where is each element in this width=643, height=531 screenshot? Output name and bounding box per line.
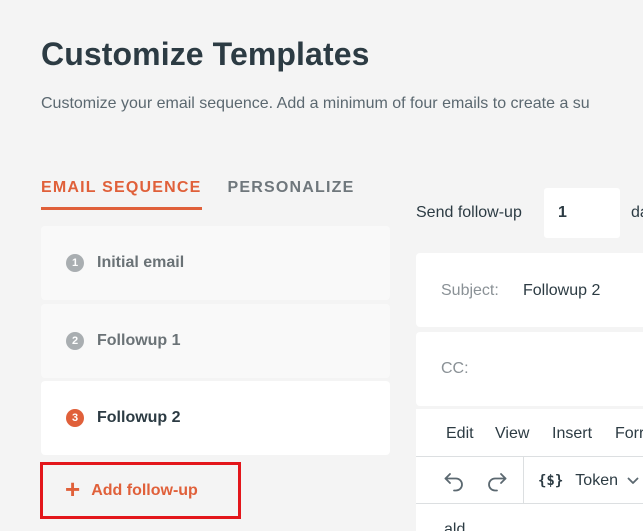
token-dropdown-button[interactable]: {$} Token (538, 469, 640, 493)
sequence-item-followup-2[interactable]: 3 Followup 2 (41, 381, 390, 455)
step-number-badge: 2 (66, 332, 84, 350)
cc-label: CC: (441, 360, 469, 377)
sequence-item-followup-1[interactable]: 2 Followup 1 (41, 304, 390, 378)
token-label: Token (575, 472, 618, 489)
page-title: Customize Templates (41, 36, 370, 72)
page-subtitle: Customize your email sequence. Add a min… (41, 95, 590, 112)
send-follow-up-unit-label: da (631, 204, 643, 221)
menu-view[interactable]: View (495, 425, 529, 443)
sequence-item-initial-email[interactable]: 1 Initial email (41, 226, 390, 300)
undo-icon[interactable] (442, 469, 466, 493)
token-icon: {$} (538, 473, 564, 489)
add-follow-up-label: Add follow-up (91, 481, 198, 499)
tab-bar: EMAIL SEQUENCE PERSONALIZE (41, 178, 355, 210)
editor-toolbar: {$} Token (416, 456, 643, 504)
toolbar-separator (523, 457, 524, 503)
send-follow-up-days-input[interactable] (544, 188, 620, 238)
sequence-item-label: Followup 1 (97, 332, 181, 349)
chevron-down-icon (627, 477, 639, 484)
menu-format[interactable]: Forr (615, 425, 643, 443)
menu-insert[interactable]: Insert (552, 425, 592, 443)
editor-body-text[interactable]: ald (444, 521, 465, 531)
subject-label: Subject: (441, 282, 499, 299)
editor-menubar: Edit View Insert Forr (416, 409, 643, 456)
sequence-item-label: Initial email (97, 254, 185, 271)
cc-field[interactable]: CC: (416, 332, 643, 406)
email-body-editor: Edit View Insert Forr {$} Token ald (416, 409, 643, 531)
tab-email-sequence[interactable]: EMAIL SEQUENCE (41, 178, 202, 210)
subject-field[interactable]: Subject: Followup 2 (416, 253, 643, 327)
plus-icon: + (65, 474, 81, 504)
redo-icon[interactable] (485, 469, 509, 493)
step-number-badge: 1 (66, 254, 84, 272)
customize-templates-page: Customize Templates Customize your email… (0, 0, 643, 531)
tab-personalize[interactable]: PERSONALIZE (228, 178, 355, 210)
step-number-badge: 3 (66, 409, 84, 427)
menu-edit[interactable]: Edit (446, 425, 474, 443)
subject-value[interactable]: Followup 2 (523, 282, 600, 300)
add-follow-up-button[interactable]: + Add follow-up (40, 462, 241, 519)
send-follow-up-label: Send follow-up (416, 204, 522, 221)
sequence-item-label: Followup 2 (97, 409, 181, 426)
